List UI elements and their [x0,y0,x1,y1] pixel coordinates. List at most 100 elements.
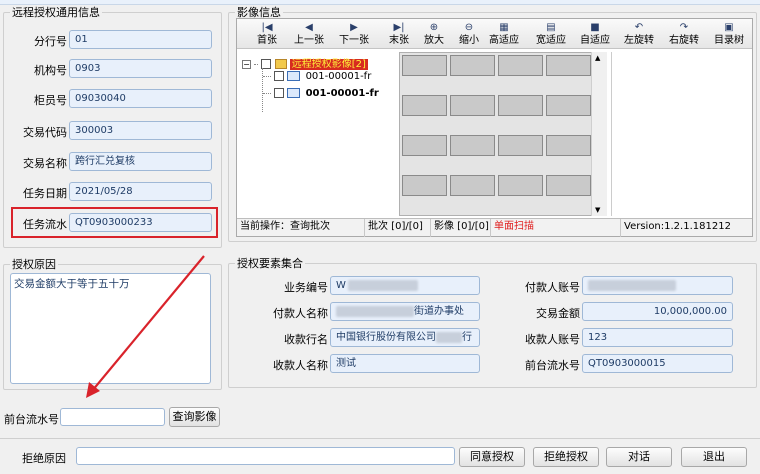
tree-child-checkbox[interactable] [274,88,285,98]
payee-bank-label: 收款行名 [284,333,328,346]
status-version: Version:1.2.1.181212 [624,221,731,232]
payer-name-label: 付款人名称 [273,307,328,320]
toolbar-label: 放大 [424,35,444,46]
image-thumbnail[interactable] [546,55,591,76]
tree-child-label[interactable]: 001-00001-fr [306,71,372,82]
toolbar-button-auto-fit[interactable]: ■ 自适应 [573,21,617,48]
image-thumbnail[interactable] [450,95,495,116]
image-thumbnail[interactable] [546,95,591,116]
task-date-label: 任务日期 [23,187,67,200]
image-thumbnail[interactable] [402,55,447,76]
teller-no-label: 柜员号 [34,94,67,107]
payer-name-value: 街道办事处 [414,306,464,317]
payer-account-label: 付款人账号 [525,281,580,294]
scroll-up-icon[interactable]: ▲ [595,54,600,62]
task-date-field: 2021/05/28 [69,182,212,201]
fit-height-icon: ▦ [499,22,509,33]
toolbar-label: 缩小 [459,35,479,46]
payer-account-field [582,276,733,295]
redacted-mask [347,279,418,291]
window-top-strip [0,0,760,5]
branch-no-field: 01 [69,30,212,49]
auth-reason-legend: 授权原因 [10,258,58,271]
toolbar-button-directory-tree[interactable]: ▣ 目录树 [707,21,751,48]
payee-account-field: 123 [582,328,733,347]
image-thumbnail[interactable] [498,55,543,76]
image-thumbnail[interactable] [498,135,543,156]
next-page-icon: ▶ [350,22,358,33]
trade-code-label: 交易代码 [23,126,67,139]
toolbar-label: 下一张 [339,35,369,46]
trade-code-field: 300003 [69,121,212,140]
image-thumbnail[interactable] [450,55,495,76]
scroll-down-icon[interactable]: ▼ [595,206,600,214]
tree-root-row[interactable]: − 远程授权影像[2] [242,55,368,70]
tree-child-checkbox[interactable] [274,71,285,81]
reject-reason-input[interactable] [76,447,455,465]
exit-button[interactable]: 退出 [681,447,747,467]
image-thumbnail[interactable] [498,175,543,196]
business-no-value: W [336,280,346,291]
toolbar-label: 右旋转 [669,35,699,46]
dialog-button[interactable]: 对话 [606,447,672,467]
tree-child-label[interactable]: 001-00001-fr [306,88,379,99]
reject-reason-label: 拒绝原因 [22,452,66,465]
redacted-mask [588,279,676,291]
auth-elements-legend: 授权要素集合 [235,257,305,270]
toolbar-label: 目录树 [714,35,744,46]
toolbar-label: 首张 [257,35,277,46]
approve-button[interactable]: 同意授权 [459,447,525,467]
image-tree: − 远程授权影像[2] 001-00001-fr 001-00001-fr [239,52,397,217]
payer-name-field: 街道办事处 [330,302,480,321]
viewer-status-bar: 当前操作：查询批次 批次 [0]/[0] 影像 [0]/[0] 单面扫描 Ver… [237,218,752,237]
image-thumbnail[interactable] [546,175,591,196]
reject-button[interactable]: 拒绝授权 [533,447,599,467]
org-no-label: 机构号 [34,64,67,77]
annotation-arrow [86,255,205,398]
business-no-field: W [330,276,480,295]
image-thumbnail[interactable] [546,135,591,156]
tree-child-row-1[interactable]: 001-00001-fr [263,71,371,82]
toolbar-button-rotate-right[interactable]: ↷ 右旋转 [662,21,706,48]
image-thumbnail[interactable] [450,135,495,156]
image-thumbnail[interactable] [498,95,543,116]
tree-collapse-icon[interactable]: − [242,59,251,69]
toolbar-button-next-page[interactable]: ▶ 下一张 [332,21,376,48]
toolbar-label: 末张 [389,35,409,46]
image-preview-panel [611,52,751,216]
redacted-mask [436,331,462,343]
trade-name-field: 跨行汇兑复核 [69,152,212,171]
thumbnail-grid [399,52,607,216]
front-serial-label: 前台流水号 [4,413,59,426]
toolbar-button-fit-width[interactable]: ▤ 宽适应 [529,21,573,48]
fit-width-icon: ▤ [546,22,556,33]
toolbar-button-rotate-left[interactable]: ↶ 左旋转 [617,21,661,48]
branch-no-label: 分行号 [34,35,67,48]
task-serial-highlight [11,207,218,238]
auto-fit-icon: ■ [590,22,600,33]
toolbar-button-prev-page[interactable]: ◀ 上一张 [287,21,331,48]
teller-no-field: 09030040 [69,89,212,108]
directory-tree-icon: ▣ [724,22,734,33]
payee-name-label: 收款人名称 [273,359,328,372]
toolbar-label: 上一张 [294,35,324,46]
image-thumbnail[interactable] [402,175,447,196]
toolbar-button-first-page[interactable]: |◀ 首张 [245,21,289,48]
first-page-icon: |◀ [261,22,273,33]
tree-root-label[interactable]: 远程授权影像[2] [289,59,368,70]
thumbnail-scrollbar[interactable]: ▲ ▼ [591,52,607,216]
image-thumbnail[interactable] [402,95,447,116]
toolbar-button-fit-height[interactable]: ▦ 高适应 [482,21,526,48]
payee-bank-suffix: 行 [462,332,472,343]
query-image-button[interactable]: 查询影像 [169,407,220,427]
amount-field: 10,000,000.00 [582,302,733,321]
front-serial-input[interactable] [60,408,165,426]
toolbar-label: 宽适应 [536,35,566,46]
general-info-legend: 远程授权通用信息 [10,6,102,19]
org-no-field: 0903 [69,59,212,78]
tree-dotted-line-icon [263,92,271,94]
image-thumbnail[interactable] [450,175,495,196]
tree-child-row-2[interactable]: 001-00001-fr [263,88,379,99]
image-thumbnail[interactable] [402,135,447,156]
rotate-left-icon: ↶ [634,22,644,33]
